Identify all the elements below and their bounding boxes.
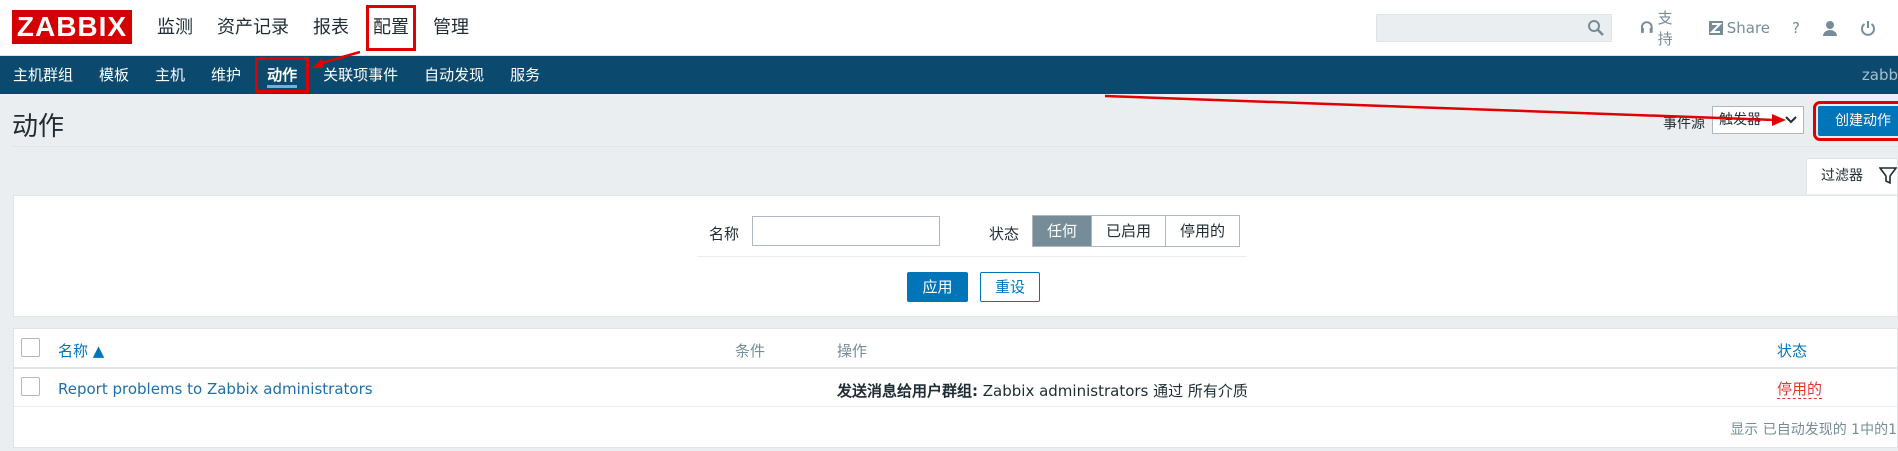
table-footer-count: 显示 已自动发现的 1中的1 bbox=[1730, 422, 1897, 438]
event-source-value: 触发器 bbox=[1719, 112, 1761, 128]
share-link[interactable]: Share bbox=[1708, 19, 1771, 37]
action-status-toggle[interactable]: 停用的 bbox=[1777, 380, 1823, 399]
filter-divider bbox=[697, 256, 1247, 257]
power-icon bbox=[1861, 21, 1875, 36]
filter-tab[interactable]: 过滤器 bbox=[1806, 158, 1898, 194]
column-header-name[interactable]: 名称 ▲ bbox=[58, 340, 104, 361]
user-profile-link[interactable] bbox=[1822, 20, 1838, 36]
actions-table: 名称 ▲ 条件 操作 状态 Report problems to Zabbix … bbox=[13, 328, 1898, 448]
event-source-select[interactable]: 触发器 bbox=[1712, 106, 1804, 134]
current-user: zabb bbox=[1861, 66, 1898, 84]
column-header-operations: 操作 bbox=[837, 342, 868, 360]
title-divider bbox=[12, 146, 1898, 147]
subnav-discovery[interactable]: 自动发现 bbox=[411, 56, 497, 94]
subnav-event-correlation[interactable]: 关联项事件 bbox=[310, 56, 411, 94]
operation-type: 发送消息给用户群组: bbox=[837, 382, 978, 400]
user-icon bbox=[1823, 21, 1837, 36]
event-source-label: 事件源 bbox=[1663, 116, 1705, 132]
operation-detail: Zabbix administrators 通过 所有介质 bbox=[978, 382, 1248, 400]
zabbix-logo[interactable]: ZABBIX bbox=[12, 10, 132, 44]
filter-panel: 名称 状态 任何 已启用 停用的 应用 重设 bbox=[13, 195, 1898, 317]
status-segmented-control: 任何 已启用 停用的 bbox=[1032, 215, 1241, 247]
search-icon[interactable] bbox=[1587, 19, 1605, 37]
top-bar: ZABBIX 监测 资产记录 报表 配置 管理 支持 Share ? bbox=[0, 0, 1898, 56]
row-divider bbox=[14, 406, 1897, 407]
row-checkbox[interactable] bbox=[21, 377, 40, 396]
status-disabled-option[interactable]: 停用的 bbox=[1166, 216, 1240, 246]
status-enabled-option[interactable]: 已启用 bbox=[1092, 216, 1167, 246]
subnav-host-groups[interactable]: 主机群组 bbox=[0, 56, 86, 94]
sign-out-link[interactable] bbox=[1860, 20, 1876, 36]
menu-monitoring[interactable]: 监测 bbox=[145, 0, 205, 56]
menu-reports[interactable]: 报表 bbox=[301, 0, 361, 56]
menu-administration[interactable]: 管理 bbox=[421, 0, 481, 56]
share-label: Share bbox=[1726, 19, 1771, 37]
help-link[interactable]: ? bbox=[1792, 19, 1800, 37]
subnav-actions[interactable]: 动作 bbox=[254, 56, 310, 94]
support-link[interactable]: 支持 bbox=[1640, 7, 1687, 49]
chevron-down-icon bbox=[1785, 116, 1797, 124]
filter-icon bbox=[1879, 167, 1897, 185]
top-links: 支持 Share ? bbox=[1640, 0, 1898, 56]
main-menu: 监测 资产记录 报表 配置 管理 bbox=[145, 0, 481, 56]
headset-icon bbox=[1640, 21, 1653, 33]
subnav-templates[interactable]: 模板 bbox=[86, 56, 142, 94]
filter-name-label: 名称 bbox=[709, 225, 740, 243]
create-action-button[interactable]: 创建动作 bbox=[1813, 101, 1898, 141]
action-operations: 发送消息给用户群组: Zabbix administrators 通过 所有介质 bbox=[837, 380, 1248, 401]
table-header-divider bbox=[14, 367, 1897, 369]
menu-inventory[interactable]: 资产记录 bbox=[205, 0, 301, 56]
column-header-conditions: 条件 bbox=[735, 342, 766, 360]
zabbix-share-icon bbox=[1708, 21, 1723, 35]
page-title: 动作 bbox=[12, 112, 65, 142]
subnav-services[interactable]: 服务 bbox=[497, 56, 553, 94]
status-any-option[interactable]: 任何 bbox=[1033, 216, 1093, 246]
filter-tab-label: 过滤器 bbox=[1821, 168, 1863, 184]
subnav-maintenance[interactable]: 维护 bbox=[198, 56, 254, 94]
filter-name-input[interactable] bbox=[752, 216, 940, 246]
filter-status-label: 状态 bbox=[989, 225, 1020, 243]
action-name-link[interactable]: Report problems to Zabbix administrators bbox=[58, 380, 373, 398]
menu-configuration[interactable]: 配置 bbox=[361, 0, 421, 56]
apply-button[interactable]: 应用 bbox=[907, 272, 968, 302]
support-label: 支持 bbox=[1657, 9, 1673, 48]
reset-button[interactable]: 重设 bbox=[980, 272, 1040, 302]
select-all-checkbox[interactable] bbox=[21, 338, 40, 357]
column-header-status[interactable]: 状态 bbox=[1777, 340, 1807, 361]
subnav-hosts[interactable]: 主机 bbox=[142, 56, 198, 94]
sub-navigation: 主机群组 模板 主机 维护 动作 关联项事件 自动发现 服务 zabb bbox=[0, 56, 1898, 94]
search-input[interactable] bbox=[1376, 14, 1612, 42]
